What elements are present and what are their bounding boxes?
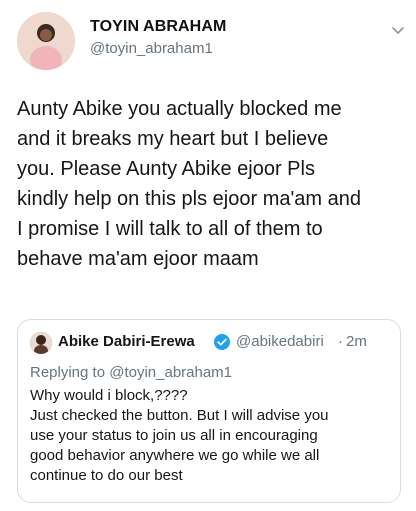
author-avatar[interactable] (17, 12, 75, 70)
quoted-author-avatar[interactable] (30, 332, 52, 354)
quoted-author-name[interactable]: Abike Dabiri-Erewa (58, 333, 195, 350)
meta-separator: · (338, 333, 343, 350)
replying-to-handle[interactable]: @toyin_abraham1 (109, 364, 232, 381)
tweet-text: Aunty Abike you actually blocked me and … (17, 98, 362, 270)
replying-to-prefix: Replying to (30, 364, 110, 381)
replying-to-line: Replying to @toyin_abraham1 (30, 364, 232, 381)
chevron-down-icon[interactable] (390, 22, 406, 38)
author-display-name[interactable]: TOYIN ABRAHAM (90, 18, 226, 36)
quoted-timestamp[interactable]: 2m (346, 333, 367, 350)
quoted-tweet-text: Why would i block,???? Just checked the … (30, 387, 329, 484)
quoted-tweet[interactable]: Abike Dabiri-Erewa @abikedabiri · 2m Rep… (17, 319, 401, 503)
verified-badge-icon (213, 333, 231, 351)
author-handle[interactable]: @toyin_abraham1 (90, 40, 213, 57)
tweet-card: TOYIN ABRAHAM @toyin_abraham1 Aunty Abik… (0, 0, 416, 511)
quoted-author-handle[interactable]: @abikedabiri (236, 333, 324, 350)
